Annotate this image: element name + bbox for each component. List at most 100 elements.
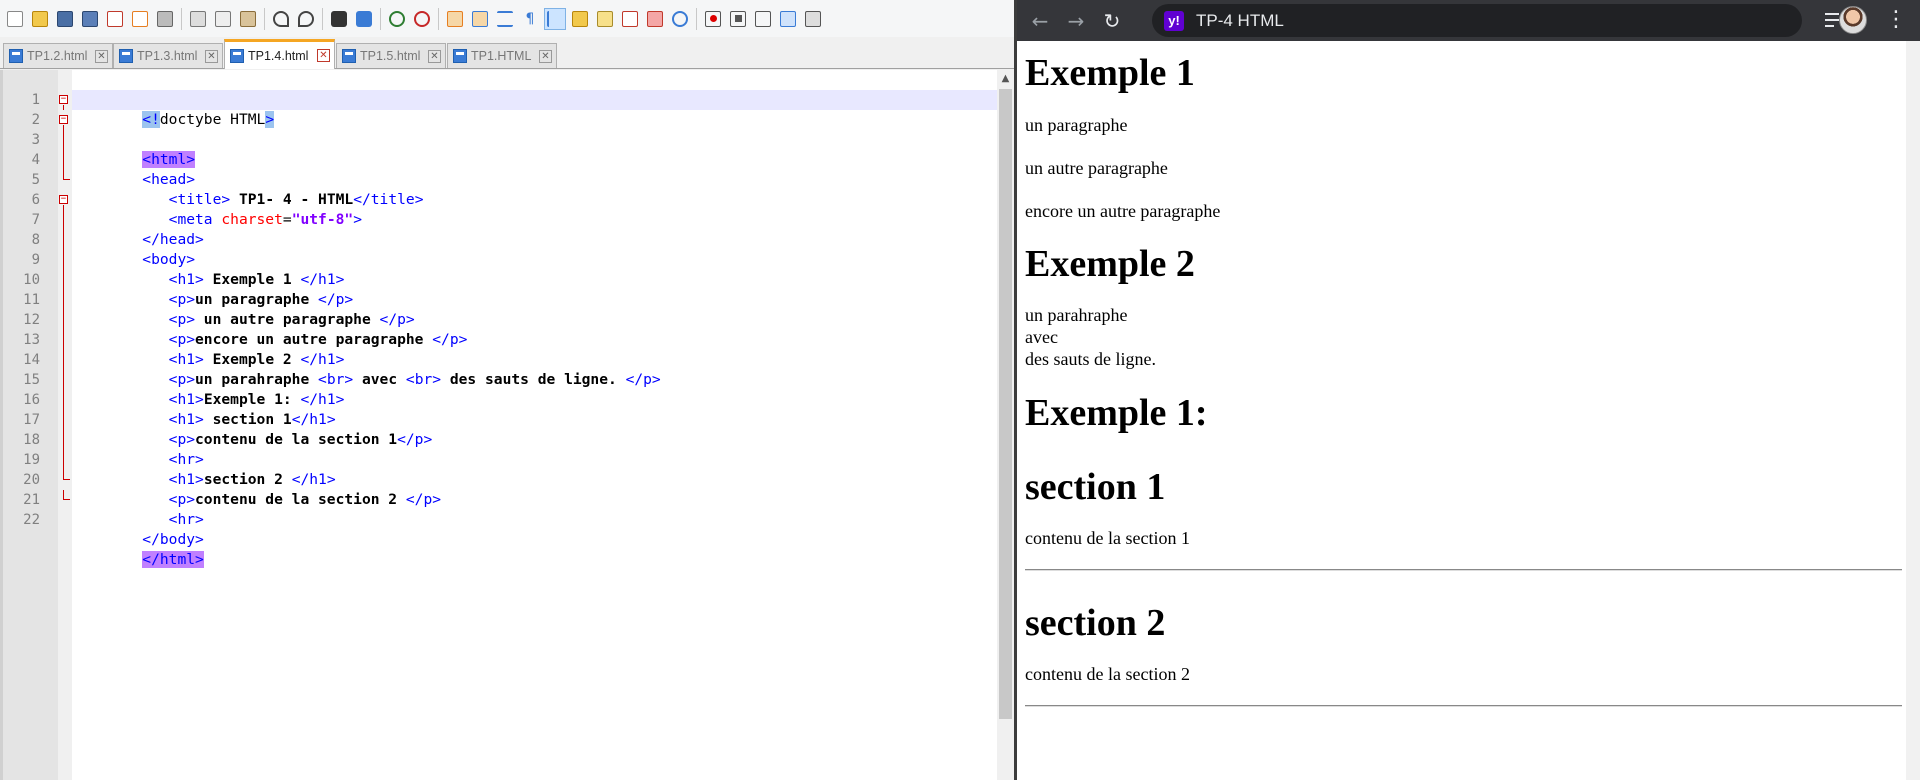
line-number: 9 bbox=[31, 252, 40, 268]
html-close-tag: </html> bbox=[142, 551, 204, 568]
back-icon[interactable]: ← bbox=[1027, 8, 1053, 34]
zoom-out-icon[interactable] bbox=[411, 8, 433, 30]
file-tab-bar: TP1.2.html ✕ TP1.3.html ✕ TP1.4.html ✕ T… bbox=[0, 38, 1014, 69]
file-icon bbox=[9, 49, 23, 63]
monitor-eye-icon[interactable] bbox=[669, 8, 691, 30]
undo-icon[interactable] bbox=[270, 8, 292, 30]
code-line: 3 − <head> bbox=[32, 110, 997, 189]
paragraph: un autre paragraphe bbox=[1025, 158, 1168, 178]
paragraph: un paragraphe bbox=[1025, 115, 1128, 135]
show-all-characters-icon[interactable]: ¶ bbox=[519, 8, 541, 30]
forward-icon[interactable]: → bbox=[1063, 8, 1089, 34]
macro-run-multiple-icon[interactable] bbox=[777, 8, 799, 30]
fold-line bbox=[63, 450, 64, 470]
macro-stop-icon[interactable] bbox=[727, 8, 749, 30]
heading-exemple-1-colon: Exemple 1: bbox=[1025, 392, 1208, 434]
function-list-icon[interactable] bbox=[594, 8, 616, 30]
page-viewport: Exemple 1 un paragraphe un autre paragra… bbox=[1017, 41, 1920, 780]
paste-icon[interactable] bbox=[237, 8, 259, 30]
line-number: 12 bbox=[23, 312, 40, 328]
tab-tp1-3[interactable]: TP1.3.html ✕ bbox=[113, 43, 223, 68]
line-number: 16 bbox=[23, 392, 40, 408]
address-bar[interactable]: y! TP-4 HTML bbox=[1152, 4, 1802, 37]
fold-toggle-icon[interactable]: − bbox=[59, 95, 68, 104]
code-line-current: 2 − <html> bbox=[32, 90, 997, 168]
save-all-icon[interactable] bbox=[79, 8, 101, 30]
toolbar-separator bbox=[696, 7, 697, 30]
folder-icon[interactable] bbox=[644, 8, 666, 30]
copy-icon[interactable] bbox=[212, 8, 234, 30]
code-line: 19 <p>contenu de la section 2 </p> bbox=[23, 430, 997, 508]
fold-line bbox=[63, 290, 64, 310]
line-number: 3 bbox=[31, 132, 40, 148]
macro-record-icon[interactable] bbox=[702, 8, 724, 30]
find-icon[interactable] bbox=[328, 8, 350, 30]
code-line: 20 <hr> bbox=[23, 450, 997, 528]
open-file-icon[interactable] bbox=[29, 8, 51, 30]
code-editor[interactable]: 1 <!doctybe HTML> 2 − <html> 3 − <head> … bbox=[0, 70, 1014, 780]
close-tab-icon[interactable]: ✕ bbox=[428, 49, 441, 63]
paragraph-line: avec bbox=[1025, 327, 1058, 347]
fold-toggle-icon[interactable]: − bbox=[59, 115, 68, 124]
toolbar-separator bbox=[322, 7, 323, 30]
tab-label: TP1.HTML bbox=[471, 49, 532, 63]
fold-end-marker bbox=[63, 470, 70, 480]
horizontal-rule bbox=[1025, 705, 1902, 707]
line-number: 4 bbox=[31, 152, 40, 168]
redo-icon[interactable] bbox=[295, 8, 317, 30]
print-icon[interactable] bbox=[154, 8, 176, 30]
cut-icon[interactable] bbox=[187, 8, 209, 30]
save-icon[interactable] bbox=[54, 8, 76, 30]
close-tab-icon[interactable]: ✕ bbox=[539, 49, 552, 63]
fold-line bbox=[63, 430, 64, 450]
code-line: 4 <title> TP1- 4 - HTML</title> bbox=[32, 130, 997, 208]
macro-play-icon[interactable] bbox=[752, 8, 774, 30]
tab-tp1-5[interactable]: TP1.5.html ✕ bbox=[336, 43, 446, 68]
tab-tp1-2[interactable]: TP1.2.html ✕ bbox=[3, 43, 113, 68]
file-icon bbox=[453, 49, 467, 63]
scrollbar-thumb[interactable] bbox=[999, 89, 1012, 719]
fold-line bbox=[63, 410, 64, 430]
editor-vertical-scrollbar[interactable]: ▲ bbox=[997, 70, 1014, 780]
line-number: 15 bbox=[23, 372, 40, 388]
word-wrap-icon[interactable] bbox=[494, 8, 516, 30]
sync-vertical-icon[interactable] bbox=[444, 8, 466, 30]
toolbar-separator bbox=[264, 7, 265, 30]
folder-as-workspace-icon[interactable] bbox=[619, 8, 641, 30]
code-text-area[interactable]: 1 <!doctybe HTML> 2 − <html> 3 − <head> … bbox=[23, 70, 997, 780]
fold-line bbox=[63, 250, 64, 270]
fold-line bbox=[63, 230, 64, 250]
new-file-icon[interactable] bbox=[4, 8, 26, 30]
replace-icon[interactable] bbox=[353, 8, 375, 30]
close-tab-icon[interactable]: ✕ bbox=[95, 49, 108, 63]
code-line: 15 <h1> section 1</h1> bbox=[23, 350, 997, 428]
tab-tp1-html[interactable]: TP1.HTML ✕ bbox=[447, 43, 557, 68]
tab-tp1-4[interactable]: TP1.4.html ✕ bbox=[224, 39, 335, 69]
line-number: 19 bbox=[23, 452, 40, 468]
document-map-icon[interactable] bbox=[569, 8, 591, 30]
scroll-up-icon[interactable]: ▲ bbox=[997, 70, 1014, 87]
heading-section-1: section 1 bbox=[1025, 466, 1166, 508]
macro-save-icon[interactable] bbox=[802, 8, 824, 30]
close-icon[interactable] bbox=[104, 8, 126, 30]
fold-toggle-icon[interactable]: − bbox=[59, 195, 68, 204]
sync-horizontal-icon[interactable] bbox=[469, 8, 491, 30]
close-tab-icon[interactable]: ✕ bbox=[205, 49, 218, 63]
reload-icon[interactable]: ↻ bbox=[1099, 8, 1125, 34]
line-number: 18 bbox=[23, 432, 40, 448]
page-vertical-scrollbar[interactable] bbox=[1906, 41, 1920, 780]
page-title: TP-4 HTML bbox=[1196, 10, 1284, 30]
code-line: 6 </head> bbox=[32, 170, 997, 248]
line-number: 13 bbox=[23, 332, 40, 348]
line-number: 6 bbox=[31, 192, 40, 208]
close-all-icon[interactable] bbox=[129, 8, 151, 30]
more-menu-icon[interactable]: ⋮ bbox=[1885, 8, 1907, 32]
zoom-in-icon[interactable] bbox=[386, 8, 408, 30]
close-tab-icon[interactable]: ✕ bbox=[317, 49, 330, 62]
indent-guide-icon[interactable] bbox=[544, 7, 566, 30]
line-number: 5 bbox=[31, 172, 40, 188]
code-line: 12 <h1> Exemple 2 </h1> bbox=[23, 290, 997, 368]
toolbar-separator bbox=[380, 7, 381, 30]
profile-avatar[interactable] bbox=[1839, 6, 1867, 34]
line-number: 20 bbox=[23, 472, 40, 488]
